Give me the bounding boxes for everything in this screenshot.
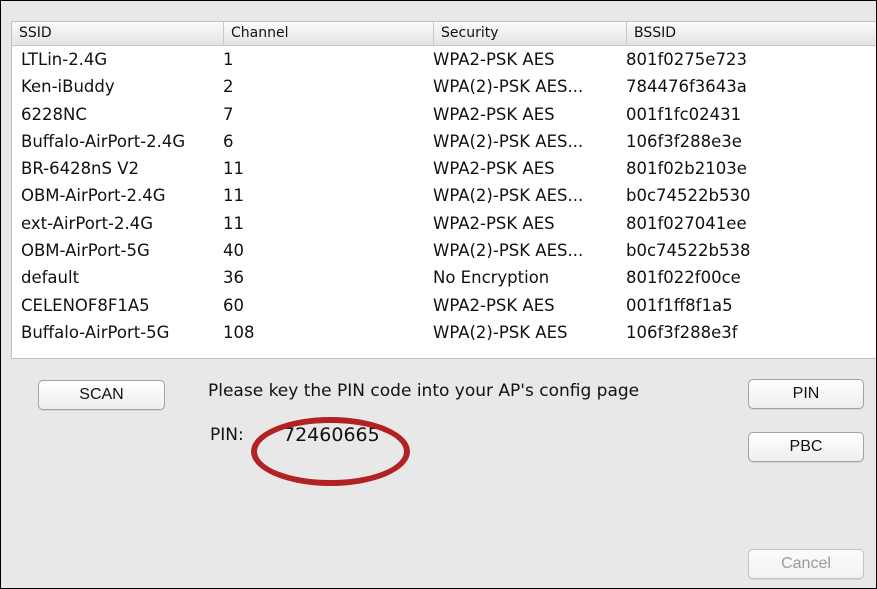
cell-ssid: Buffalo-AirPort-5G [21,322,170,342]
cell-security: WPA(2)-PSK AES... [433,186,584,206]
cell-security: WPA(2)-PSK AES... [433,241,584,261]
cell-bssid: 784476f3643a [626,77,747,97]
table-row[interactable]: default 36 No Encryption 801f022f00ce [12,264,876,291]
cell-ssid: 6228NC [21,104,87,124]
pbc-button[interactable]: PBC [748,432,864,462]
cell-channel: 11 [223,186,244,206]
cell-channel: 108 [223,322,255,342]
table-row[interactable]: BR-6428nS V2 11 WPA2-PSK AES 801f02b2103… [12,155,876,182]
cell-ssid: ext-AirPort-2.4G [21,213,154,233]
cell-channel: 40 [223,241,244,261]
cell-bssid: b0c74522b530 [626,186,751,206]
network-table[interactable]: SSID Channel Security BSSID LTLin-2.4G 1… [11,21,876,359]
cell-bssid: 801f022f00ce [626,268,741,288]
cell-ssid: Buffalo-AirPort-2.4G [21,131,186,151]
wps-dialog: SSID Channel Security BSSID LTLin-2.4G 1… [0,0,877,589]
cell-channel: 60 [223,295,244,315]
cell-ssid: default [21,268,80,288]
pin-highlight-circle [251,417,410,486]
table-row[interactable]: CELENOF8F1A5 60 WPA2-PSK AES 001f1ff8f1a… [12,292,876,319]
table-row[interactable]: LTLin-2.4G 1 WPA2-PSK AES 801f0275e723 [12,46,876,73]
cell-channel: 11 [223,159,244,179]
pin-instruction-text: Please key the PIN code into your AP's c… [208,381,640,401]
column-header-security[interactable]: Security [433,22,626,45]
cell-bssid: b0c74522b538 [626,241,751,261]
cell-ssid: CELENOF8F1A5 [21,295,150,315]
cell-channel: 11 [223,213,244,233]
table-row[interactable]: Buffalo-AirPort-2.4G 6 WPA(2)-PSK AES...… [12,128,876,155]
cell-ssid: OBM-AirPort-5G [21,241,150,261]
cell-security: No Encryption [433,268,550,288]
cell-bssid: 001f1fc02431 [626,104,742,124]
cell-channel: 6 [223,131,234,151]
cell-security: WPA2-PSK AES [433,159,555,179]
cell-security: WPA2-PSK AES [433,104,555,124]
column-header-bssid[interactable]: BSSID [626,22,876,45]
cell-ssid: BR-6428nS V2 [21,159,140,179]
cell-bssid: 001f1ff8f1a5 [626,295,733,315]
cell-channel: 36 [223,268,244,288]
cell-channel: 7 [223,104,234,124]
column-header-ssid[interactable]: SSID [12,22,223,45]
table-row[interactable]: 6228NC 7 WPA2-PSK AES 001f1fc02431 [12,101,876,128]
cell-security: WPA2-PSK AES [433,50,555,69]
table-row[interactable]: OBM-AirPort-5G 40 WPA(2)-PSK AES... b0c7… [12,237,876,264]
cell-channel: 1 [223,50,234,69]
cell-bssid: 801f02b2103e [626,159,747,179]
cell-security: WPA2-PSK AES [433,295,555,315]
cell-bssid: 801f0275e723 [626,50,747,69]
table-header: SSID Channel Security BSSID [12,22,876,46]
table-body: LTLin-2.4G 1 WPA2-PSK AES 801f0275e723 K… [12,46,876,346]
column-header-channel[interactable]: Channel [223,22,433,45]
cell-bssid: 106f3f288e3e [626,131,742,151]
table-row[interactable]: OBM-AirPort-2.4G 11 WPA(2)-PSK AES... b0… [12,182,876,209]
cell-security: WPA(2)-PSK AES [433,322,568,342]
cell-ssid: Ken-iBuddy [21,77,115,97]
cell-security: WPA(2)-PSK AES... [433,131,584,151]
cell-bssid: 106f3f288e3f [626,322,738,342]
pin-label: PIN: [210,425,244,445]
scan-button[interactable]: SCAN [38,380,165,410]
pin-button[interactable]: PIN [748,379,864,409]
table-row[interactable]: Buffalo-AirPort-5G 108 WPA(2)-PSK AES 10… [12,319,876,346]
cell-channel: 2 [223,77,234,97]
cell-ssid: OBM-AirPort-2.4G [21,186,166,206]
cell-bssid: 801f027041ee [626,213,747,233]
table-row[interactable]: ext-AirPort-2.4G 11 WPA2-PSK AES 801f027… [12,210,876,237]
cancel-button: Cancel [748,549,864,579]
cell-security: WPA(2)-PSK AES... [433,77,584,97]
table-row[interactable]: Ken-iBuddy 2 WPA(2)-PSK AES... 784476f36… [12,73,876,100]
cell-ssid: LTLin-2.4G [21,50,108,69]
cell-security: WPA2-PSK AES [433,213,555,233]
